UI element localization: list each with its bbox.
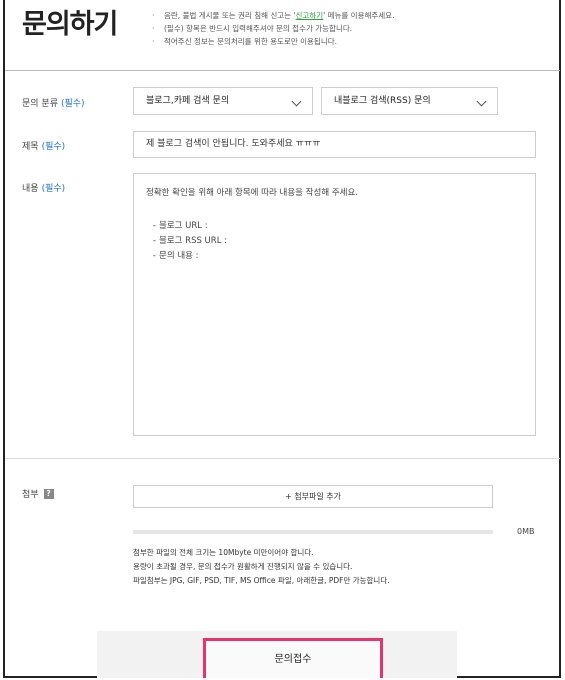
notice-item: · (필수) 항목은 반드시 입력해주셔야 문의 접수가 가능합니다. (152, 24, 353, 33)
content-label: 내용 (필수) (22, 184, 66, 194)
notice-item: · 음란, 불법 게시물 또는 권리 침해 신고는 '신고하기' 메뉴를 이용해주… (152, 11, 395, 20)
required-tag: (필수) (41, 184, 66, 194)
notice-list: · 음란, 불법 게시물 또는 권리 침해 신고는 '신고하기' 메뉴를 이용해주… (152, 9, 394, 48)
subject-input[interactable]: 제 블로그 검색이 안됩니다. 도와주세요 ㅠㅠㅠ (133, 131, 536, 158)
attachment-label: 첨부? (22, 487, 54, 500)
attachment-notes: 첨부한 파일의 전체 크기는 10Mbyte 미만이어야 합니다. 용량이 초과… (133, 546, 390, 588)
category-primary-select[interactable]: 블로그,카페 검색 문의 (133, 87, 313, 115)
add-attachment-button[interactable]: + 첨부파일 추가 (133, 485, 493, 508)
required-tag: (필수) (41, 142, 66, 152)
subject-label: 제목 (필수) (22, 142, 66, 152)
chevron-down-icon (291, 96, 302, 107)
attachment-note: 용량이 초과될 경우, 문의 접수가 원활하게 진행되지 않을 수 있습니다. (133, 562, 353, 571)
divider (5, 458, 560, 459)
attachment-size-progress (133, 530, 493, 534)
content-line: - 블로그 URL : (152, 221, 208, 231)
submit-button[interactable]: 문의접수 (203, 638, 383, 678)
notice-item: · 적어주신 정보는 문의처리를 위한 용도로만 이용됩니다. (152, 37, 338, 46)
report-link[interactable]: 신고하기 (296, 11, 324, 20)
content-line: - 문의 내용 : (152, 251, 199, 261)
chevron-down-icon (476, 96, 487, 107)
attachment-note: 파일첨부는 JPG, GIF, PSD, TIF, MS Office 파일, … (133, 576, 390, 585)
attachment-size-label: 0MB (517, 527, 535, 536)
content-textarea[interactable]: 정확한 확인을 위해 아래 항목에 따라 내용을 작성해 주세요. - 블로그 U… (133, 173, 536, 436)
footer-bar: 문의접수 (97, 631, 457, 678)
divider (5, 70, 560, 71)
content-guide: 정확한 확인을 위해 아래 항목에 따라 내용을 작성해 주세요. (146, 188, 358, 198)
content-line: - 블로그 RSS URL : (152, 236, 227, 246)
help-icon[interactable]: ? (43, 489, 54, 499)
page-title: 문의하기 (22, 9, 118, 40)
required-tag: (필수) (60, 99, 85, 109)
category-label: 문의 분류 (필수) (22, 99, 85, 109)
category-secondary-select[interactable]: 내블로그 검색(RSS) 문의 (321, 87, 498, 115)
attachment-note: 첨부한 파일의 전체 크기는 10Mbyte 미만이어야 합니다. (133, 548, 314, 557)
